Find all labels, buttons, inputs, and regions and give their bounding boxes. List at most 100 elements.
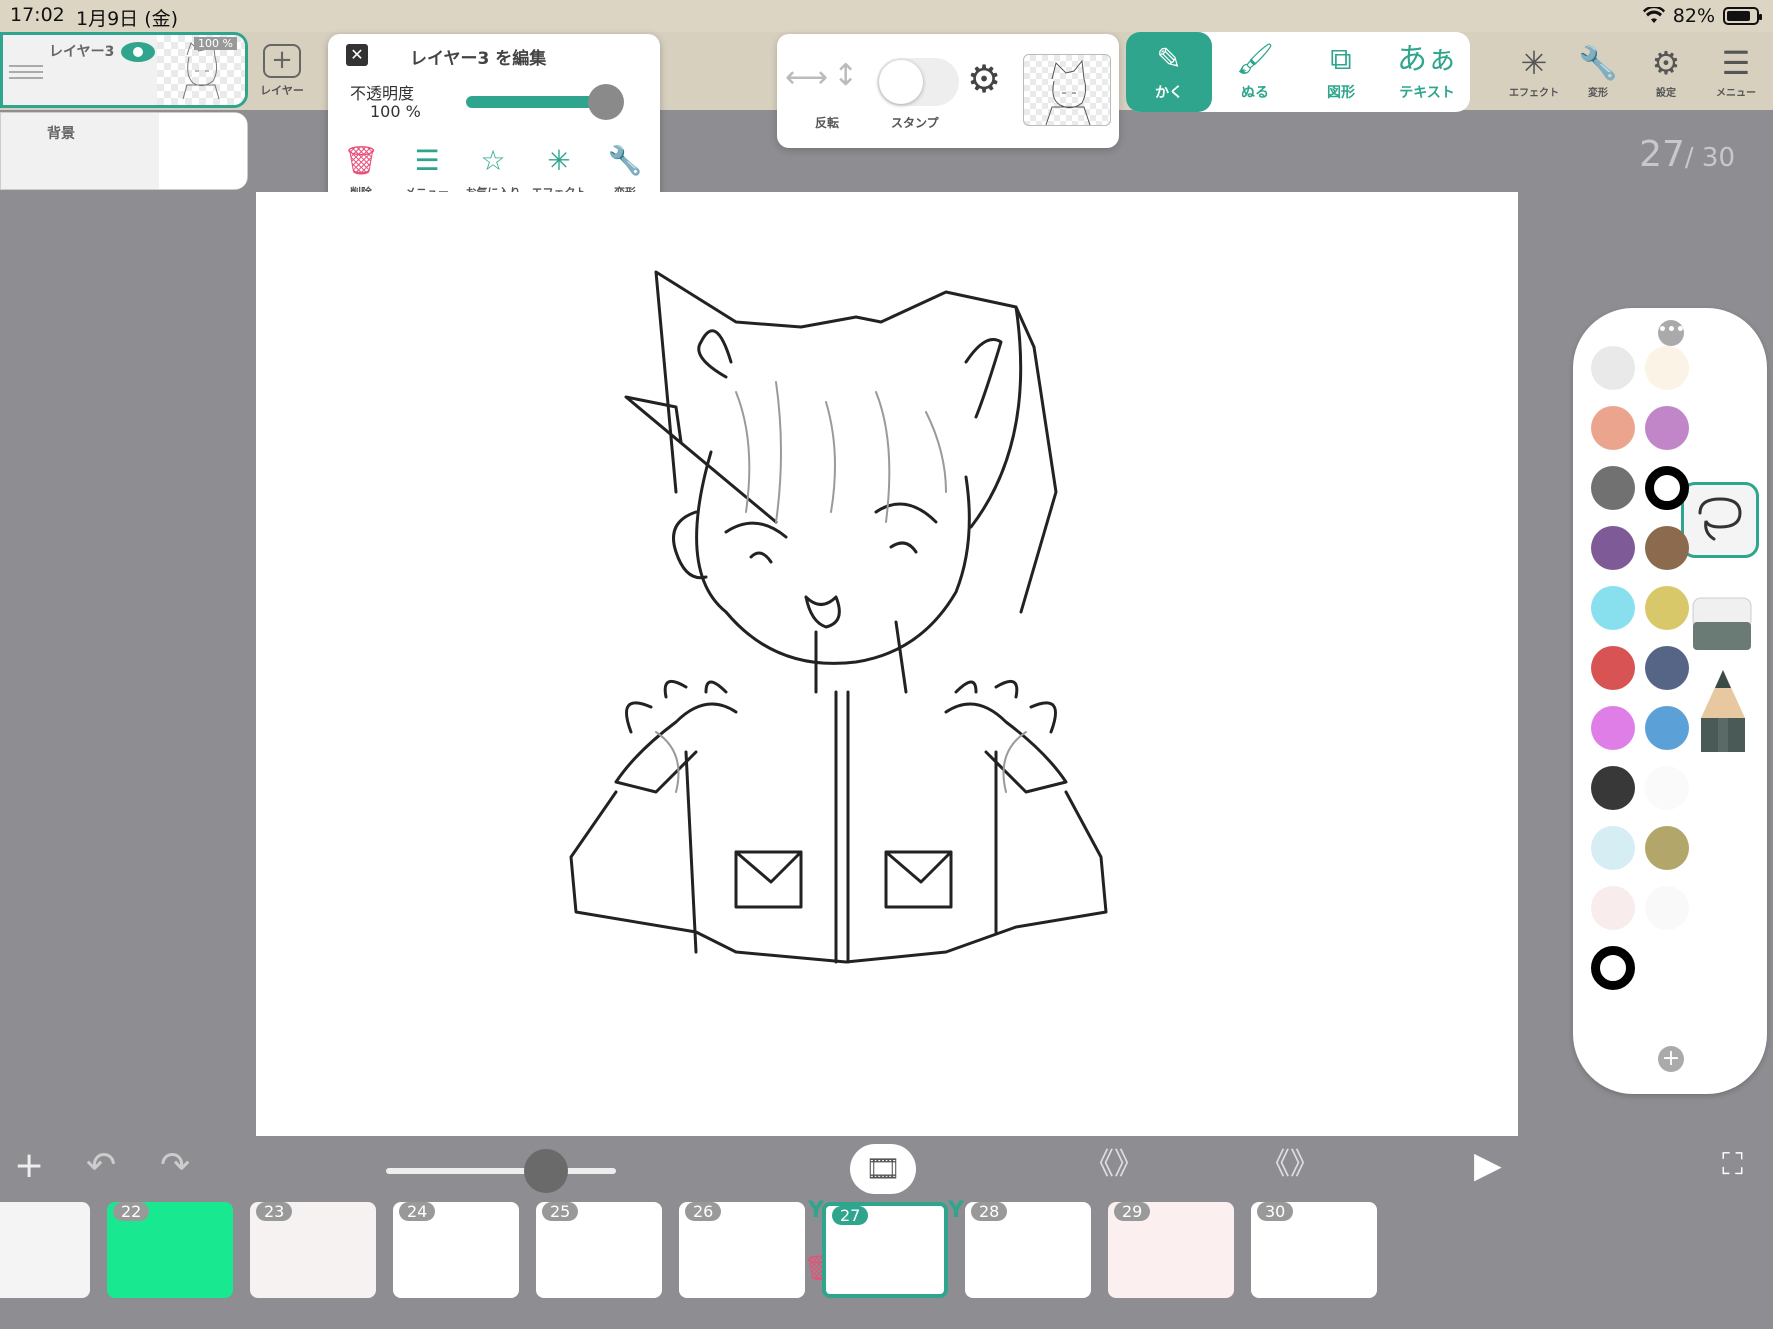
star-icon: ☆ — [480, 144, 506, 177]
eraser-icon[interactable] — [1691, 592, 1753, 654]
timeline-frame[interactable]: 30 — [1251, 1202, 1377, 1298]
fullscreen-icon[interactable]: ⛶ — [1722, 1150, 1743, 1180]
timeline-frame[interactable]: 26 — [679, 1202, 805, 1298]
film-icon: 🎞 — [865, 1152, 901, 1185]
timeline-frame[interactable]: 29 — [1108, 1202, 1234, 1298]
color-swatch[interactable] — [1645, 406, 1689, 450]
effect-button[interactable]: ✳ エフェクト — [1502, 44, 1566, 99]
frame-number: 24 — [399, 1202, 436, 1221]
opacity-slider[interactable] — [466, 84, 642, 120]
undo-icon[interactable]: ↶ — [86, 1148, 116, 1184]
edit-panel-title: レイヤー3 を編集 — [410, 49, 547, 69]
color-swatch[interactable] — [1591, 586, 1635, 630]
lasso-icon — [1698, 497, 1742, 541]
drawing-canvas[interactable] — [256, 192, 1518, 1136]
color-swatch[interactable] — [1591, 946, 1635, 990]
color-swatch[interactable] — [1645, 766, 1689, 810]
color-swatch[interactable] — [1645, 826, 1689, 870]
add-frame-icon[interactable]: + — [14, 1148, 44, 1184]
color-swatch[interactable] — [1591, 526, 1635, 570]
color-swatch[interactable] — [1591, 826, 1635, 870]
close-icon[interactable]: ✕ — [346, 44, 368, 66]
color-swatch[interactable] — [1591, 406, 1635, 450]
timeline-frame[interactable]: 27 — [822, 1202, 948, 1298]
color-swatch[interactable] — [1645, 586, 1689, 630]
draw-tool-label: かく — [1155, 85, 1183, 101]
color-swatch[interactable] — [1645, 886, 1689, 930]
play-icon[interactable]: ▶ — [1474, 1148, 1502, 1184]
shape-tool-label: 図形 — [1327, 85, 1355, 101]
wrench-icon: 🔧 — [1578, 44, 1618, 82]
layer-name: レイヤー3 — [49, 44, 115, 60]
zoom-slider-knob[interactable] — [523, 1149, 568, 1193]
text-tool-button[interactable]: あぁ テキスト — [1384, 32, 1470, 112]
timeline-frame[interactable]: 22 — [107, 1202, 233, 1298]
color-swatch[interactable] — [1591, 766, 1635, 810]
add-layer-icon: + — [263, 44, 301, 78]
timeline-frame[interactable]: 25 — [536, 1202, 662, 1298]
pen-icon: ✎ — [1156, 42, 1182, 77]
color-swatch[interactable] — [1645, 526, 1689, 570]
stamp-thumbnail[interactable] — [1023, 54, 1111, 126]
transform-button[interactable]: 🔧 変形 — [1566, 44, 1630, 99]
color-swatch[interactable] — [1591, 886, 1635, 930]
layer-thumbnail: 100 % — [157, 35, 245, 105]
timeline-frame[interactable]: 23 — [250, 1202, 376, 1298]
stamp-label: スタンプ — [891, 116, 939, 130]
color-swatch[interactable] — [1645, 466, 1689, 510]
color-swatch[interactable] — [1645, 706, 1689, 750]
add-layer-button[interactable]: + レイヤー — [256, 44, 308, 104]
settings-label: 設定 — [1656, 88, 1676, 99]
opacity-value: 100 % — [370, 102, 421, 121]
trash-icon: 🗑 — [343, 144, 379, 177]
color-swatch[interactable] — [1591, 466, 1635, 510]
effect-menu-label: エフェクト — [1509, 88, 1559, 99]
frame-number: 28 — [971, 1202, 1008, 1221]
layer-row-active[interactable]: レイヤー3 100 % — [0, 32, 248, 108]
opacity-slider-knob[interactable] — [588, 84, 624, 120]
timeline-frame[interactable]: 24 — [393, 1202, 519, 1298]
filmstrip-toggle-button[interactable]: 🎞 — [850, 1144, 916, 1194]
next-frame-icon[interactable]: 《》 — [1260, 1150, 1320, 1180]
text-icon: あぁ — [1397, 42, 1457, 77]
color-swatch[interactable] — [1645, 646, 1689, 690]
current-frame: 27 — [1639, 134, 1685, 175]
status-time: 17:02 — [10, 4, 65, 26]
eye-icon[interactable] — [121, 42, 155, 62]
wrench-icon: 🔧 — [607, 144, 643, 177]
pencil-icon[interactable] — [1693, 668, 1753, 754]
fill-tool-button[interactable]: 🖌 ぬる — [1212, 32, 1298, 112]
add-layer-label: レイヤー — [260, 84, 304, 97]
layer-edit-panel: ✕ レイヤー3 を編集 不透明度 100 % 🗑 削除 ☰ メニュー ☆ お気に… — [328, 34, 660, 214]
layer-row-background[interactable]: 背景 — [0, 112, 248, 190]
redo-icon[interactable]: ↷ — [160, 1148, 190, 1184]
opacity-slider-track[interactable] — [466, 96, 606, 108]
main-menu-button[interactable]: ☰ メニュー — [1704, 44, 1768, 99]
frame-number: 29 — [1114, 1202, 1151, 1221]
sketch-drawing — [569, 270, 1108, 964]
color-swatch[interactable] — [1645, 346, 1689, 390]
color-swatch[interactable] — [1591, 706, 1635, 750]
zoom-slider[interactable] — [386, 1149, 616, 1193]
previous-frame-icon[interactable]: 《》 — [1084, 1150, 1144, 1180]
color-swatch[interactable] — [1591, 346, 1635, 390]
tool-bar: ✎ かく 🖌 ぬる ⧉ 図形 あぁ テキスト — [1126, 32, 1470, 112]
stamp-toggle[interactable] — [877, 58, 959, 106]
gear-icon[interactable]: ⚙ — [967, 60, 1001, 98]
drag-handle-icon[interactable] — [9, 65, 43, 79]
flip-vertical-icon[interactable]: ↕ — [833, 58, 858, 93]
add-color-icon[interactable]: + — [1658, 1046, 1684, 1072]
draw-tool-button[interactable]: ✎ かく — [1126, 32, 1212, 112]
timeline-frame[interactable]: 28 — [965, 1202, 1091, 1298]
color-swatch[interactable] — [1591, 646, 1635, 690]
lasso-tool-button[interactable] — [1681, 482, 1759, 558]
layer-panel: レイヤー3 100 % 背景 — [0, 32, 248, 190]
flip-horizontal-icon[interactable]: ⟷ — [785, 60, 828, 95]
more-icon[interactable]: ••• — [1658, 320, 1685, 346]
shape-tool-button[interactable]: ⧉ 図形 — [1298, 32, 1384, 112]
menu-icon: ☰ — [414, 144, 440, 177]
timeline-frame[interactable] — [0, 1202, 90, 1298]
settings-button[interactable]: ⚙ 設定 — [1634, 44, 1698, 99]
frame-number: 26 — [685, 1202, 722, 1221]
text-tool-label: テキスト — [1399, 85, 1455, 101]
